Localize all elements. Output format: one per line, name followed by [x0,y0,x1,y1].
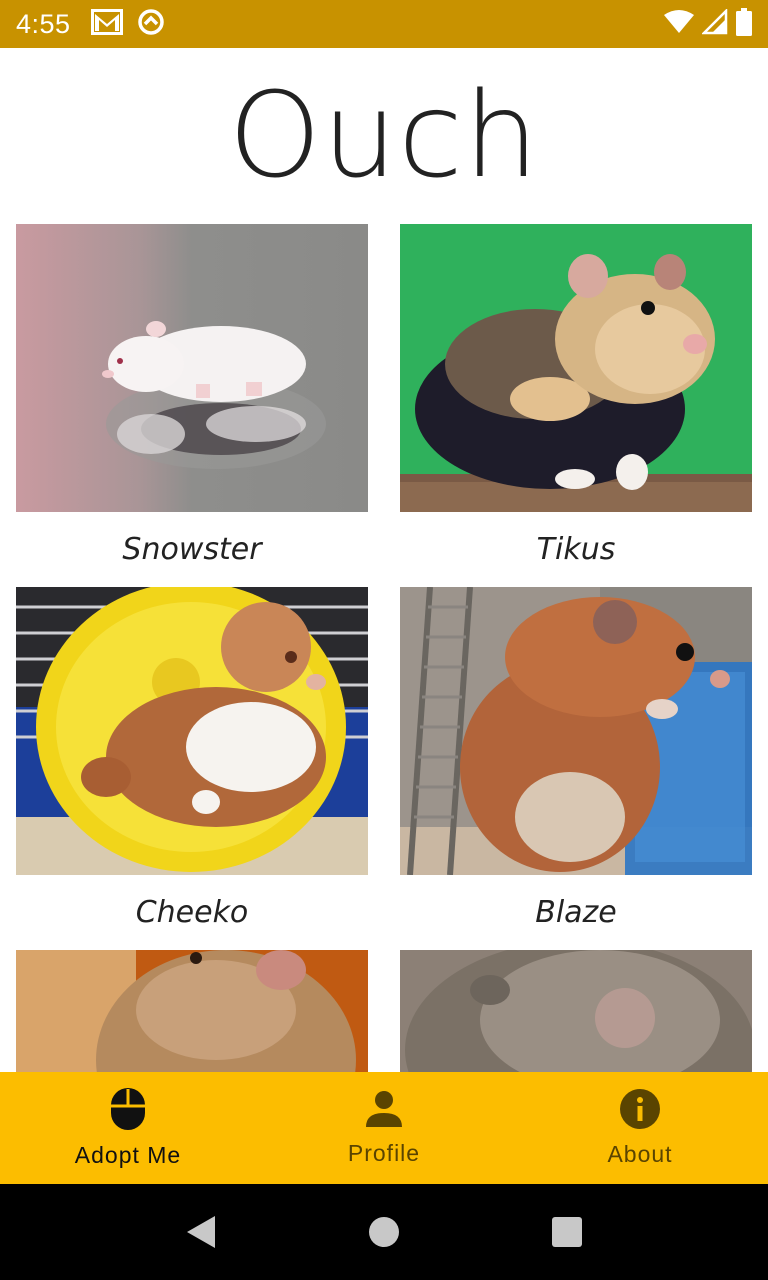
hamster-photo[interactable] [16,587,368,875]
back-icon[interactable] [181,1212,221,1252]
hamster-card[interactable] [400,950,752,1072]
hamster-card[interactable]: Snowster [16,224,368,587]
hamster-name: Blaze [535,895,617,930]
hamster-card[interactable]: Tikus [400,224,752,587]
recents-icon[interactable] [547,1212,587,1252]
bottom-nav: Adopt Me Profile About [0,1072,768,1184]
home-icon[interactable] [364,1212,404,1252]
hamster-card[interactable] [16,950,368,1072]
hamster-photo[interactable] [400,587,752,875]
status-time: 4:55 [16,8,71,39]
hamster-card[interactable]: Cheeko [16,587,368,950]
hamster-photo[interactable] [16,224,368,512]
gmail-icon [90,8,123,40]
sync-icon [137,8,165,41]
nav-label-adopt-me: Adopt Me [74,1142,182,1168]
wifi-icon [664,9,694,40]
nav-label-about: About [607,1141,673,1167]
signal-icon [700,7,728,40]
nav-item-profile[interactable]: Profile [256,1072,512,1184]
hamster-name: Cheeko [135,895,249,930]
hamster-photo[interactable] [400,224,752,512]
nav-label-profile: Profile [347,1140,421,1166]
page-title: Ouch [228,66,540,204]
system-nav-bar [0,1184,768,1280]
hamster-photo[interactable] [400,950,752,1072]
person-icon [364,1089,404,1134]
hamster-name: Tikus [536,532,616,567]
battery-icon [736,7,752,41]
status-bar: 4:55 [0,0,768,48]
info-icon [619,1088,661,1135]
hamster-name: Snowster [122,532,262,567]
hamster-photo[interactable] [16,950,368,1072]
hamster-card[interactable]: Blaze [400,587,752,950]
nav-item-about[interactable]: About [512,1072,768,1184]
mouse-icon [110,1087,146,1136]
hamster-grid: Snowster Tikus Cheeko Blaze [16,224,752,1072]
nav-item-adopt-me[interactable]: Adopt Me [0,1072,256,1184]
